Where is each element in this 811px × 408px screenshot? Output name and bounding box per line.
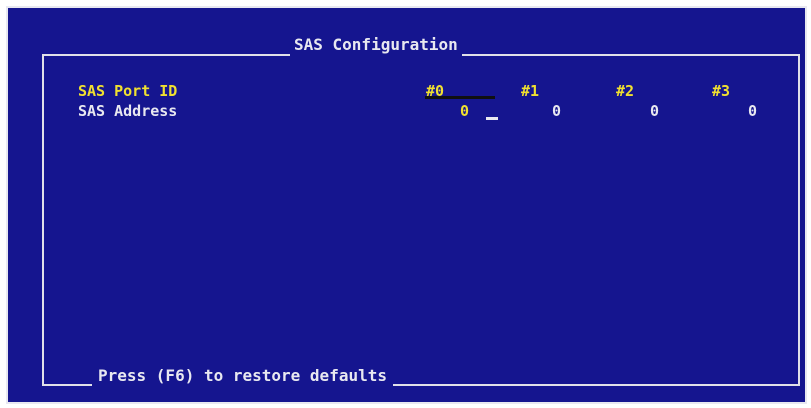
port-header-1: #1	[521, 82, 540, 100]
selected-column-underline	[425, 96, 495, 99]
window-title: SAS Configuration	[290, 33, 462, 57]
port-header-3: #3	[712, 82, 731, 100]
sas-address-label: SAS Address	[78, 102, 178, 120]
restore-defaults-hint: Press (F6) to restore defaults	[92, 364, 393, 388]
sas-address-port-0-field[interactable]: 0	[460, 101, 469, 121]
port-header-2: #2	[616, 82, 635, 100]
sas-port-id-label: SAS Port ID	[78, 82, 178, 100]
bios-screen	[6, 6, 807, 404]
sas-address-port-2-field[interactable]: 0	[650, 101, 659, 121]
text-cursor	[486, 117, 498, 120]
sas-address-port-3-field[interactable]: 0	[748, 101, 757, 121]
sas-address-port-1-field[interactable]: 0	[552, 101, 561, 121]
